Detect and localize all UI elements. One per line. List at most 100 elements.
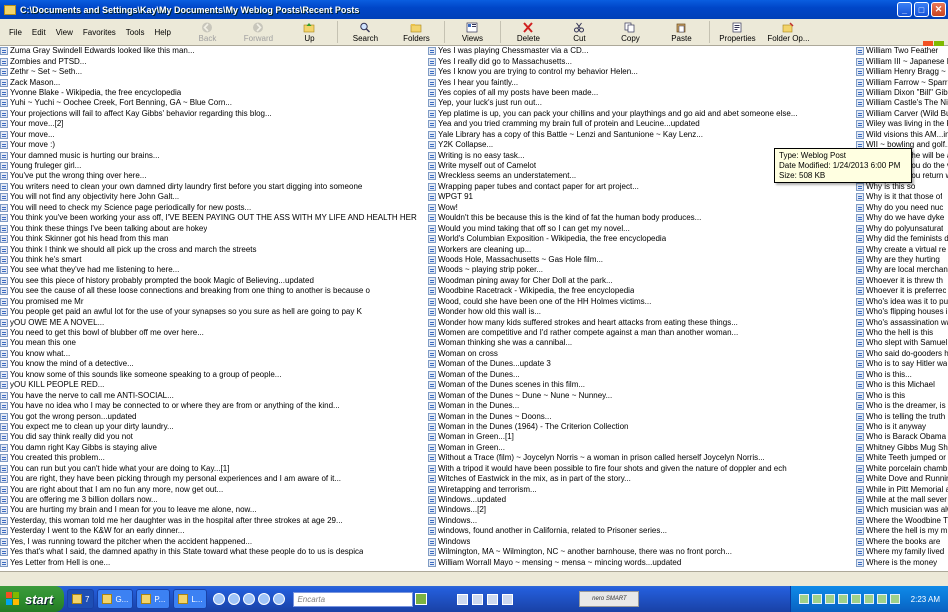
start-button[interactable]: start	[0, 586, 64, 612]
file-item[interactable]: You can run but you can't hide what your…	[0, 464, 425, 474]
forward-button[interactable]: Forward	[233, 20, 284, 45]
up-button[interactable]: Up	[284, 20, 335, 45]
file-item[interactable]: White Teeth jumped or	[856, 453, 948, 463]
toolbar-icon[interactable]	[472, 593, 484, 605]
file-item[interactable]: Woman in Green...[1]	[428, 432, 853, 442]
tray-icon[interactable]	[850, 594, 861, 604]
file-item[interactable]: Young fruleger girl...	[0, 161, 425, 171]
file-item[interactable]: William III ~ Japanese M	[856, 56, 948, 66]
file-item[interactable]: William Henry Bragg ~	[856, 67, 948, 77]
menu-edit[interactable]: Edit	[27, 28, 51, 37]
file-item[interactable]: Yes I was playing Chessmaster via a CD..…	[428, 46, 853, 56]
file-item[interactable]: You are right, they have been picking th…	[0, 474, 425, 484]
search-go-icon[interactable]	[415, 593, 428, 605]
search-button[interactable]: Search	[340, 20, 391, 45]
file-item[interactable]: Who is the dreamer, is	[856, 401, 948, 411]
file-item[interactable]: William Worrall Mayo ~ mensing ~ mensa ~…	[428, 557, 853, 567]
file-item[interactable]: Wilmington, MA ~ Wilmington, NC ~ anothe…	[428, 547, 853, 557]
file-item[interactable]: Windows	[428, 537, 853, 547]
file-item[interactable]: William Carver (Wild Bu	[856, 109, 948, 119]
quick-launch-icon[interactable]	[258, 593, 271, 605]
file-item[interactable]: Wonder how many kids suffered strokes an…	[428, 317, 853, 327]
file-item[interactable]: Woman of the Dunes scenes in this film..…	[428, 380, 853, 390]
tray-icon[interactable]	[811, 594, 822, 604]
file-item[interactable]: You see the cause of all these loose con…	[0, 286, 425, 296]
file-item[interactable]: While in Pitt Memorial a	[856, 484, 948, 494]
file-item[interactable]: Yesterday I went to the K&W for an early…	[0, 526, 425, 536]
file-item[interactable]: Your projections will fail to affect Kay…	[0, 109, 425, 119]
taskbar-app-g[interactable]: G...	[97, 589, 134, 609]
menu-tools[interactable]: Tools	[121, 28, 150, 37]
file-item[interactable]: Yvonne Blake - Wikipedia, the free encyc…	[0, 88, 425, 98]
file-item[interactable]: Yale Library has a copy of this Battle ~…	[428, 130, 853, 140]
file-item[interactable]: Whoever it is threw th	[856, 276, 948, 286]
file-item[interactable]: Yes I hear you faintly...	[428, 77, 853, 87]
menu-view[interactable]: View	[51, 28, 78, 37]
file-item[interactable]: Your move...[2]	[0, 119, 425, 129]
file-item[interactable]: Who is to say Hitler wa	[856, 359, 948, 369]
file-item[interactable]: Windows...	[428, 516, 853, 526]
file-item[interactable]: Woman in the Dunes (1964) - The Criterio…	[428, 422, 853, 432]
file-item[interactable]: William Castle's The Nig	[856, 98, 948, 108]
delete-button[interactable]: Delete	[503, 20, 554, 45]
file-item[interactable]: Wiley was living in the K	[856, 119, 948, 129]
file-item[interactable]: Woman of the Dunes ~ Dune ~ Nune ~ Nunne…	[428, 390, 853, 400]
file-item[interactable]: Whoever it is preferrec	[856, 286, 948, 296]
file-item[interactable]: You know the mind of a detective...	[0, 359, 425, 369]
file-item[interactable]: Wow!	[428, 203, 853, 213]
taskbar-explorer-group[interactable]: 7	[67, 589, 95, 609]
file-item[interactable]: Wouldn't this be because this is the kin…	[428, 213, 853, 223]
close-button[interactable]: ✕	[931, 2, 946, 17]
file-item[interactable]: You people get paid an awful lot for the…	[0, 307, 425, 317]
file-item[interactable]: Woodbine Racetrack - Wikipedia, the free…	[428, 286, 853, 296]
quick-launch-icon[interactable]	[243, 593, 256, 605]
file-item[interactable]: Wrapping paper tubes and contact paper f…	[428, 182, 853, 192]
cut-button[interactable]: Cut	[554, 20, 605, 45]
taskbar-app-l[interactable]: L...	[173, 589, 208, 609]
file-item[interactable]: You did say think really did you not	[0, 432, 425, 442]
file-item[interactable]: Where the Woodbine T	[856, 516, 948, 526]
nero-smart-logo[interactable]: nero SMART	[579, 591, 640, 607]
file-item[interactable]: Yes that's what I said, the damned apath…	[0, 547, 425, 557]
file-item[interactable]: You think he's smart	[0, 255, 425, 265]
file-item[interactable]: With a tripod it would have been possibl…	[428, 464, 853, 474]
file-item[interactable]: You are hurting my brain and I mean for …	[0, 505, 425, 515]
menu-file[interactable]: File	[4, 28, 27, 37]
file-item[interactable]: Woodman pining away for Cher Doll at the…	[428, 276, 853, 286]
file-item[interactable]: Who's assassination wa	[856, 317, 948, 327]
file-item[interactable]: Why are local merchan	[856, 265, 948, 275]
file-item[interactable]: Woods ~ playing strip poker...	[428, 265, 853, 275]
file-item[interactable]: Who is telling the truth	[856, 411, 948, 421]
file-item[interactable]: Who is this...	[856, 370, 948, 380]
file-item[interactable]: Who is this Michael	[856, 380, 948, 390]
file-item[interactable]: You think you've been working your ass o…	[0, 213, 425, 223]
file-item[interactable]: Who's idea was it to pu	[856, 297, 948, 307]
file-item[interactable]: Witches of Eastwick in the mix, as in pa…	[428, 474, 853, 484]
tray-icon[interactable]	[876, 594, 887, 604]
file-item[interactable]: Who slept with Samuel	[856, 338, 948, 348]
file-item[interactable]: WPGT 91	[428, 192, 853, 202]
file-item[interactable]: Yes I know you are trying to control my …	[428, 67, 853, 77]
file-item[interactable]: You are right about that I am no fun any…	[0, 484, 425, 494]
file-item[interactable]: Zuma Gray Swindell Edwards looked like t…	[0, 46, 425, 56]
folders-button[interactable]: Folders	[391, 20, 442, 45]
title-bar[interactable]: C:\Documents and Settings\Kay\My Documen…	[0, 0, 948, 19]
file-item[interactable]: windows, found another in California, re…	[428, 526, 853, 536]
file-item[interactable]: You damn right Kay Gibbs is staying aliv…	[0, 443, 425, 453]
file-item[interactable]: Yes I really did go to Massachusetts...	[428, 56, 853, 66]
file-item[interactable]: Woods Hole, Massachusetts ~ Gas Hole fil…	[428, 255, 853, 265]
file-item[interactable]: White Dove and Runnin	[856, 474, 948, 484]
file-item[interactable]: You have no idea who I may be connected …	[0, 401, 425, 411]
file-item[interactable]: You think Skinner got his head from this…	[0, 234, 425, 244]
file-item[interactable]: Zombies and PTSD...	[0, 56, 425, 66]
file-item[interactable]: yOU KILL PEOPLE RED...	[0, 380, 425, 390]
file-item[interactable]: Why create a virtual re	[856, 244, 948, 254]
quick-launch-icon[interactable]	[228, 593, 241, 605]
file-item[interactable]: You created this problem...	[0, 453, 425, 463]
file-item[interactable]: Yes copies of all my posts have been mad…	[428, 88, 853, 98]
file-item[interactable]: Which musician was alw	[856, 505, 948, 515]
file-item[interactable]: You have the nerve to call me ANTI-SOCIA…	[0, 390, 425, 400]
file-item[interactable]: Women are competitive and I'd rather com…	[428, 328, 853, 338]
file-item[interactable]: Your move...	[0, 130, 425, 140]
file-item[interactable]: Your move :)	[0, 140, 425, 150]
